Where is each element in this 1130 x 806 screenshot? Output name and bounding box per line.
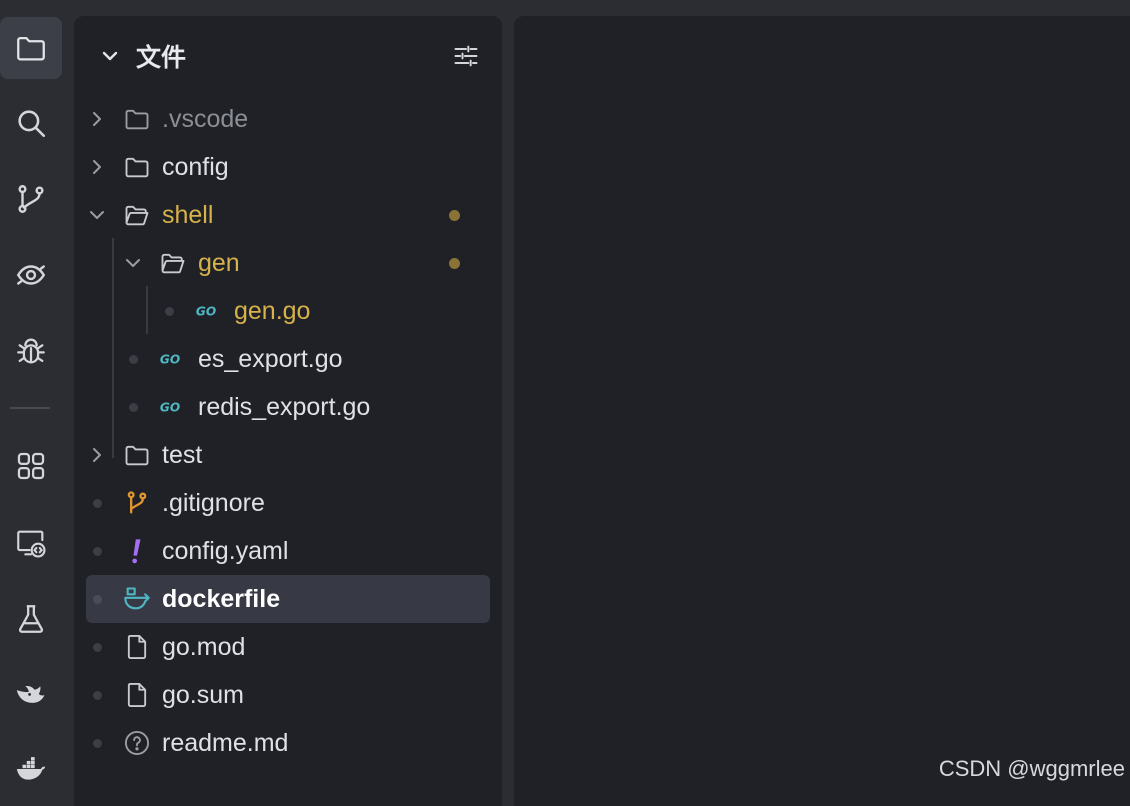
- eye-icon[interactable]: [0, 244, 62, 306]
- modified-indicator: [449, 257, 460, 269]
- tree-item-go-sum[interactable]: go.sum: [86, 671, 490, 719]
- whale-icon[interactable]: [0, 662, 62, 724]
- activity-bar: [0, 0, 74, 790]
- bug-icon[interactable]: [0, 320, 62, 382]
- chevron-right-icon[interactable]: [86, 156, 108, 178]
- tree-item-readme[interactable]: readme.md: [86, 719, 490, 767]
- tree-item-label: gen.go: [234, 296, 311, 325]
- file-icon: [122, 680, 152, 710]
- folder-icon: [122, 440, 152, 470]
- tree-item-redis-export[interactable]: GO redis_export.go: [122, 383, 490, 431]
- status-dot: [128, 402, 138, 412]
- indent-guide-shell: [112, 238, 114, 458]
- status-dot: [92, 498, 102, 508]
- explorer-header[interactable]: 文件: [100, 36, 480, 76]
- flask-icon[interactable]: [0, 588, 62, 650]
- watermark: CSDN @wggmrlee: [938, 756, 1125, 781]
- tree-item-label: gen: [198, 248, 240, 277]
- explorer-folder-icon[interactable]: [0, 17, 62, 79]
- chevron-down-icon[interactable]: [100, 46, 120, 66]
- status-dot: [92, 594, 102, 604]
- tree-item-label: go.mod: [162, 632, 246, 661]
- go-file-icon: GO: [158, 392, 188, 422]
- modified-indicator: [449, 209, 460, 221]
- extensions-icon[interactable]: [0, 435, 62, 497]
- tree-item-label: readme.md: [162, 728, 289, 757]
- status-dot: [92, 690, 102, 700]
- tree-item-gen[interactable]: gen: [122, 239, 490, 287]
- chevron-down-icon[interactable]: [122, 252, 144, 274]
- editor-area[interactable]: [514, 16, 1130, 806]
- tree-item-dockerfile[interactable]: dockerfile: [86, 575, 490, 623]
- status-dot: [164, 306, 174, 316]
- tree-item-es-export[interactable]: GO es_export.go: [122, 335, 490, 383]
- go-file-icon: GO: [158, 344, 188, 374]
- folder-open-icon: [158, 248, 188, 278]
- folder-icon: [122, 104, 152, 134]
- remote-monitor-icon[interactable]: [0, 512, 62, 574]
- tree-item-label: es_export.go: [198, 344, 343, 373]
- svg-text:GO: GO: [160, 353, 180, 367]
- svg-text:GO: GO: [160, 401, 180, 415]
- tree-item-config[interactable]: config: [86, 143, 490, 191]
- tree-item-label: dockerfile: [162, 584, 281, 613]
- tree-item-label: shell: [162, 200, 214, 229]
- tree-item-gitignore[interactable]: .gitignore: [86, 479, 490, 527]
- chevron-right-icon[interactable]: [86, 108, 108, 130]
- status-dot: [128, 354, 138, 364]
- tree-item-gen-go[interactable]: GO gen.go: [158, 287, 490, 335]
- status-dot: [92, 546, 102, 556]
- docker-icon[interactable]: [0, 738, 62, 800]
- tree-item-shell[interactable]: shell: [86, 191, 490, 239]
- tree-item-config-yaml[interactable]: config.yaml: [86, 527, 490, 575]
- search-icon[interactable]: [0, 92, 62, 154]
- tree-item-test[interactable]: test: [86, 431, 490, 479]
- question-circle-icon: [122, 728, 152, 758]
- folder-icon: [122, 152, 152, 182]
- go-file-icon: GO: [194, 296, 224, 326]
- tree-item-vscode[interactable]: .vscode: [86, 95, 490, 143]
- git-file-icon: [122, 488, 152, 518]
- tree-item-label: .vscode: [162, 104, 249, 133]
- indent-guide-gen: [146, 286, 148, 334]
- status-dot: [92, 642, 102, 652]
- explorer-panel: 文件 .vscode config shell gen GO gen.go GO…: [74, 16, 502, 806]
- tree-item-label: redis_export.go: [198, 392, 371, 421]
- docker-file-icon: [122, 584, 152, 614]
- git-branch-icon[interactable]: [0, 168, 62, 230]
- explorer-title: 文件: [136, 43, 187, 72]
- tree-item-label: config.yaml: [162, 536, 289, 565]
- chevron-down-icon[interactable]: [86, 204, 108, 226]
- tree-item-label: config: [162, 152, 229, 181]
- yaml-file-icon: [122, 536, 152, 566]
- tree-item-label: .gitignore: [162, 488, 265, 517]
- svg-text:GO: GO: [196, 305, 216, 319]
- folder-open-icon: [122, 200, 152, 230]
- status-dot: [92, 738, 102, 748]
- tree-item-label: go.sum: [162, 680, 244, 709]
- tree-item-label: test: [162, 440, 203, 469]
- activity-separator: [10, 407, 50, 409]
- tree-item-go-mod[interactable]: go.mod: [86, 623, 490, 671]
- chevron-right-icon[interactable]: [86, 444, 108, 466]
- filter-settings-icon[interactable]: [452, 42, 480, 70]
- file-icon: [122, 632, 152, 662]
